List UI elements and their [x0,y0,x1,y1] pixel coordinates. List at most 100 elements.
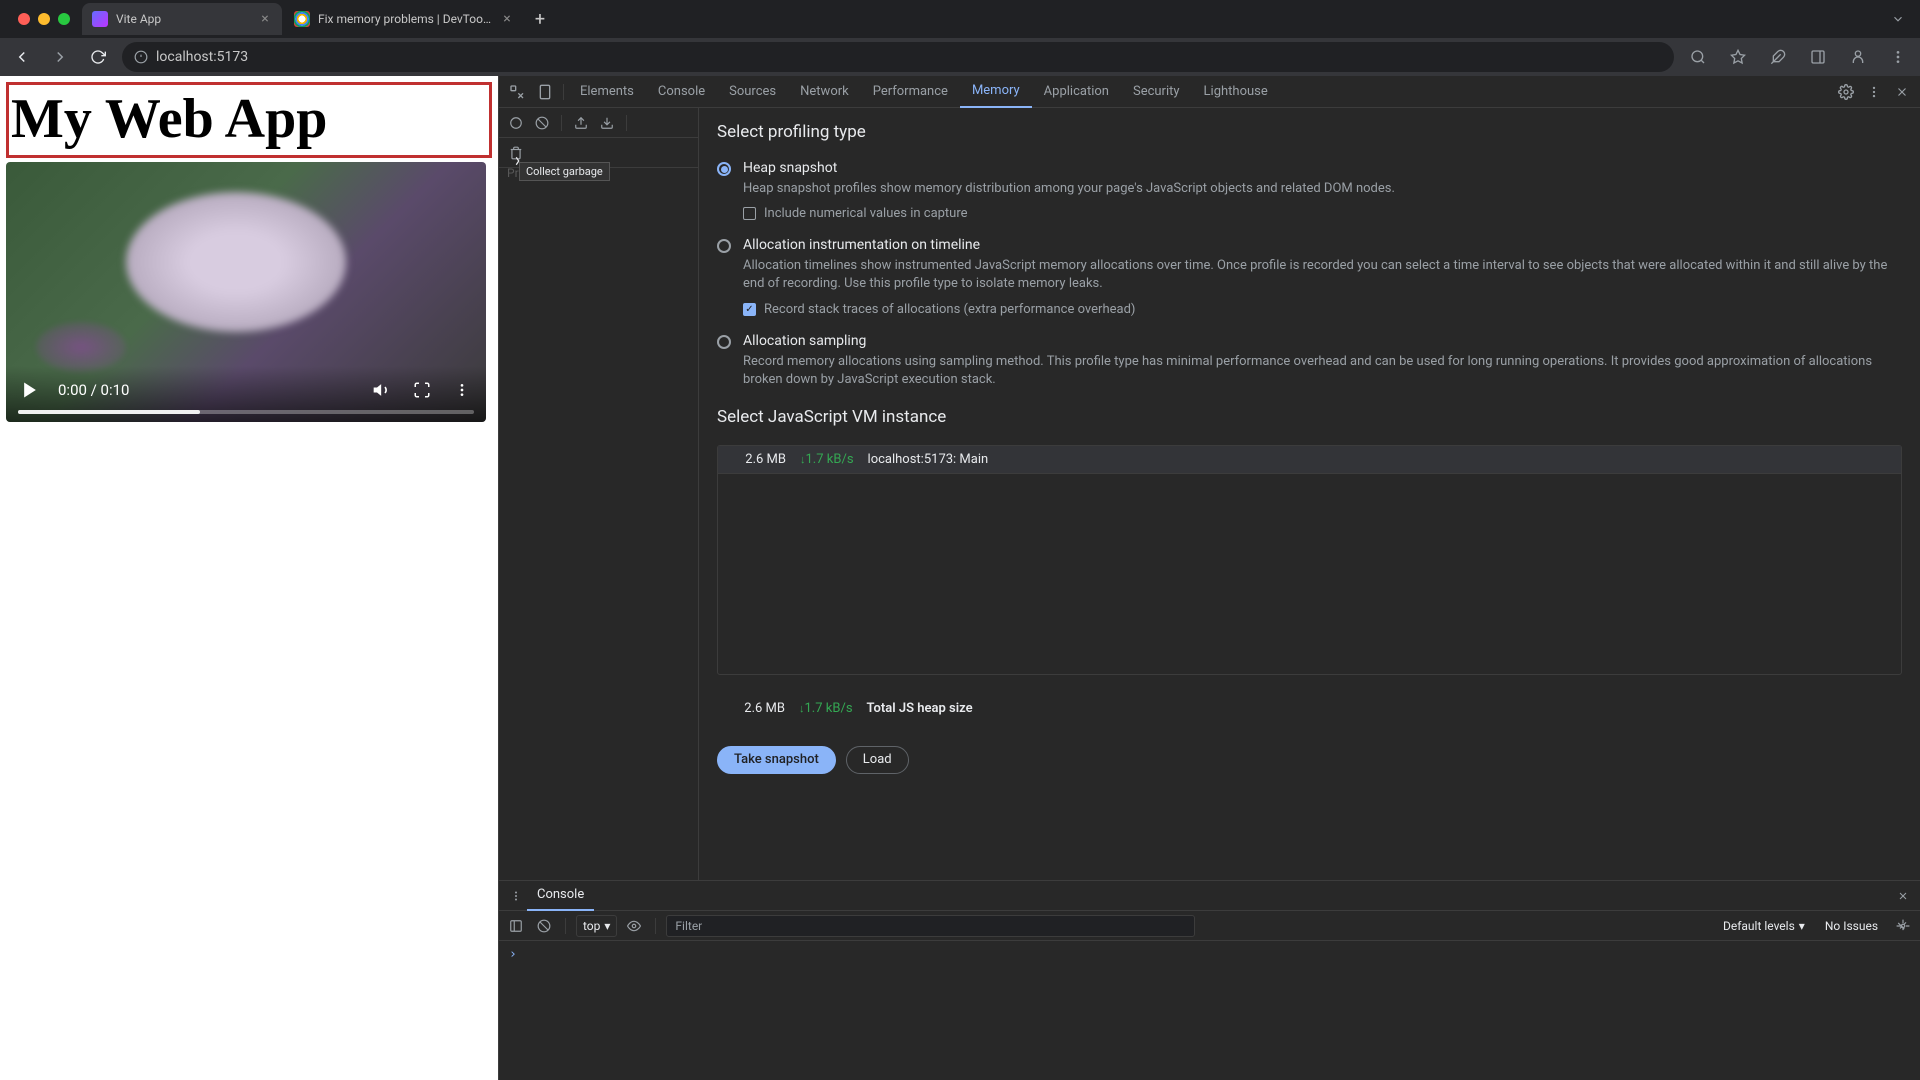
zoom-icon[interactable] [1684,43,1712,71]
memory-sidebar: Collect garbage Profiles [499,108,699,880]
vite-favicon-icon [92,11,108,27]
take-snapshot-button[interactable]: Take snapshot [717,746,836,774]
address-bar[interactable]: localhost:5173 [122,42,1674,72]
checkbox-label: Include numerical values in capture [764,206,968,221]
radio-allocation-sampling[interactable]: Allocation sampling Record memory alloca… [717,333,1902,389]
collect-garbage-icon[interactable] [505,142,527,164]
window-controls [8,13,80,25]
play-icon[interactable] [18,378,42,402]
heap-total-label: Total JS heap size [867,701,973,716]
tab-sources[interactable]: Sources [717,76,788,108]
eye-icon[interactable] [623,915,645,937]
filter-placeholder: Filter [675,919,702,933]
close-tab-icon[interactable]: × [258,12,272,26]
more-vertical-icon[interactable] [505,885,527,907]
vm-instance-list: 2.6 MB 1.7 kB/s localhost:5173: Main [717,445,1902,675]
tab-strip: Vite App × Fix memory problems | DevTool… [0,0,1920,38]
new-tab-button[interactable]: + [526,5,554,33]
chrome-favicon-icon [294,11,310,27]
tab-memory[interactable]: Memory [960,76,1032,108]
heap-total-delta: 1.7 kB/s [799,701,853,716]
radio-label: Allocation instrumentation on timeline [743,237,1902,253]
tab-title: Fix memory problems | DevTools [318,12,492,26]
bookmark-icon[interactable] [1724,43,1752,71]
gc-toolbar-row: Collect garbage Profiles [499,138,698,168]
tab-title: Vite App [116,12,250,26]
issues-count[interactable]: No Issues [1817,919,1886,933]
context-label: top [583,919,600,933]
checkbox-input[interactable] [743,207,756,220]
close-window-button[interactable] [18,13,30,25]
radio-input[interactable] [717,162,731,176]
tab-application[interactable]: Application [1032,76,1121,108]
url-text: localhost:5173 [156,49,248,65]
close-icon[interactable] [1888,78,1916,106]
chevron-down-icon[interactable] [1884,5,1912,33]
memory-toolbar [499,108,698,138]
tab-console[interactable]: Console [646,76,717,108]
heap-total-mem: 2.6 MB [735,701,785,716]
clear-icon[interactable] [531,112,553,134]
menu-icon[interactable] [1884,43,1912,71]
inspect-icon[interactable] [503,78,531,106]
back-button[interactable] [8,43,36,71]
browser-tab[interactable]: Vite App × [82,3,282,35]
load-button[interactable]: Load [846,746,909,774]
levels-label: Default levels [1723,919,1795,933]
tooltip: Collect garbage [519,162,610,181]
side-panel-icon[interactable] [1804,43,1832,71]
tab-lighthouse[interactable]: Lighthouse [1192,76,1280,108]
drawer-tab-console[interactable]: Console [527,881,594,911]
vm-instance-heading: Select JavaScript VM instance [717,407,1902,427]
console-prompt-icon: › [509,947,517,962]
more-vertical-icon[interactable] [1860,78,1888,106]
profile-icon[interactable] [1844,43,1872,71]
volume-icon[interactable] [370,378,394,402]
video-time: 0:00 / 0:10 [58,381,129,399]
reload-button[interactable] [84,43,112,71]
rendered-page: My Web App 0:00 / 0:10 [0,76,498,1080]
close-icon[interactable] [1892,885,1914,907]
video-player[interactable]: 0:00 / 0:10 [6,162,486,422]
context-selector[interactable]: top ▾ [576,915,617,937]
toolbar-right [1684,43,1912,71]
gear-icon[interactable] [1832,78,1860,106]
tab-network[interactable]: Network [788,76,861,108]
record-icon[interactable] [505,112,527,134]
close-tab-icon[interactable]: × [500,12,514,26]
forward-button[interactable] [46,43,74,71]
log-levels-selector[interactable]: Default levels ▾ [1717,915,1811,937]
more-icon[interactable] [450,378,474,402]
video-content [126,192,346,332]
device-toggle-icon[interactable] [531,78,559,106]
checkbox-label: Record stack traces of allocations (extr… [764,302,1135,317]
checkbox-input[interactable]: ✓ [743,303,756,316]
fullscreen-icon[interactable] [410,378,434,402]
upload-icon[interactable] [570,112,592,134]
extensions-icon[interactable] [1764,43,1792,71]
tab-elements[interactable]: Elements [568,76,646,108]
tab-security[interactable]: Security [1121,76,1192,108]
site-info-icon[interactable] [134,50,148,64]
chevron-down-icon: ▾ [604,919,610,933]
console-output[interactable]: › [499,941,1920,1080]
devtools-panel: Elements Console Sources Network Perform… [498,76,1920,1080]
clear-console-icon[interactable] [533,915,555,937]
download-icon[interactable] [596,112,618,134]
browser-tab[interactable]: Fix memory problems | DevTools × [284,3,524,35]
radio-input[interactable] [717,335,731,349]
vm-memory: 2.6 MB [736,452,786,467]
gear-icon[interactable] [1892,915,1914,937]
maximize-window-button[interactable] [58,13,70,25]
radio-label: Heap snapshot [743,160,1902,176]
profiling-type-group: Heap snapshot Heap snapshot profiles sho… [717,160,1902,389]
radio-allocation-timeline[interactable]: Allocation instrumentation on timeline A… [717,237,1902,316]
console-sidebar-toggle-icon[interactable] [505,915,527,937]
radio-input[interactable] [717,239,731,253]
radio-heap-snapshot[interactable]: Heap snapshot Heap snapshot profiles sho… [717,160,1902,221]
tab-performance[interactable]: Performance [861,76,960,108]
console-filter-input[interactable]: Filter [666,915,1194,937]
video-scrubber[interactable] [18,410,474,414]
vm-instance-row[interactable]: 2.6 MB 1.7 kB/s localhost:5173: Main [718,446,1901,474]
minimize-window-button[interactable] [38,13,50,25]
